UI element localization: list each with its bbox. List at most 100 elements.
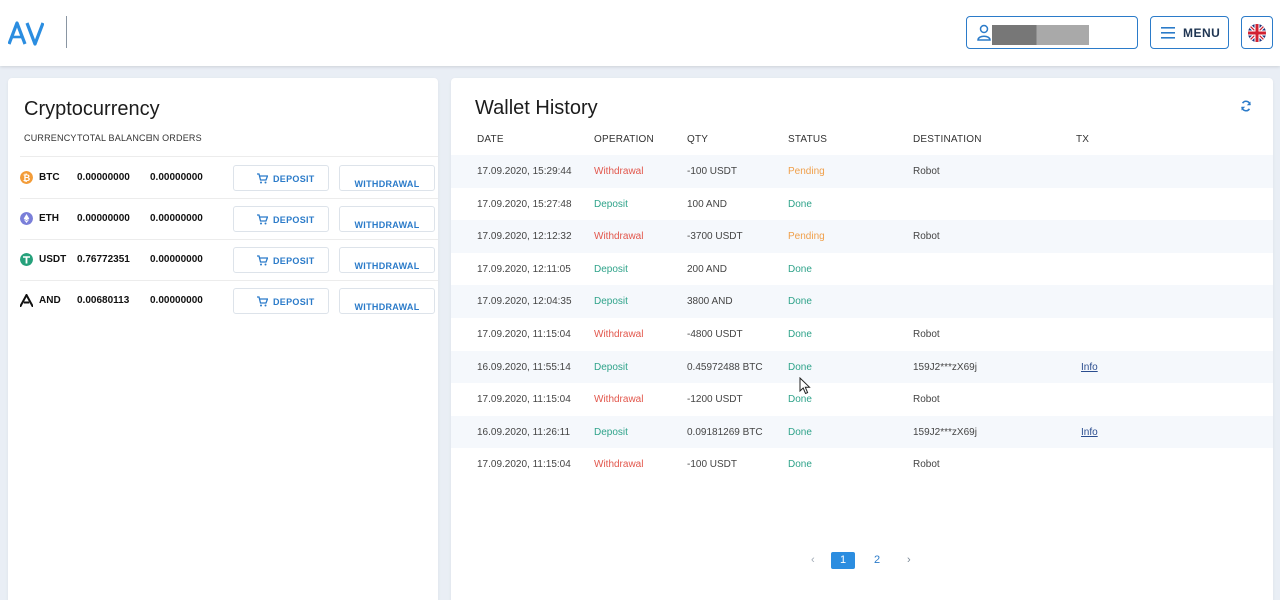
tx-info-link[interactable]: Info: [1081, 362, 1098, 373]
in-orders: 0.00000000: [150, 172, 203, 183]
row-operation: Withdrawal: [594, 166, 644, 177]
deposit-button-and[interactable]: DEPOSIT: [233, 288, 329, 314]
row-qty: 0.09181269 BTC: [687, 426, 763, 438]
withdrawal-button-eth[interactable]: WITHDRAWAL: [339, 206, 435, 232]
pagination: ‹ 1 2 ›: [451, 552, 1273, 572]
currency-row-and: AND 0.00680113 0.00000000 DEPOSIT WITHDR…: [8, 280, 438, 321]
row-status: Done: [788, 361, 812, 373]
table-row: 17.09.2020, 12:12:32 Withdrawal -3700 US…: [451, 220, 1273, 253]
row-qty: -4800 USDT: [687, 329, 743, 340]
row-destination: 159J2***zX69j: [913, 426, 977, 438]
col-header-in-orders: IN ORDERS: [150, 133, 202, 143]
table-row: 16.09.2020, 11:26:11 Deposit 0.09181269 …: [451, 415, 1273, 449]
cart-icon: [257, 214, 268, 225]
pagination-prev[interactable]: ‹: [811, 554, 815, 566]
row-date: 17.09.2020, 12:04:35: [477, 296, 572, 308]
svg-text:₿: ₿: [23, 173, 30, 184]
cryptocurrency-title: Cryptocurrency: [24, 98, 160, 120]
user-icon: [977, 24, 991, 41]
row-date: 16.09.2020, 11:55:14: [477, 361, 571, 373]
table-row: 17.09.2020, 11:15:04 Withdrawal -4800 US…: [451, 318, 1273, 351]
currency-row-eth: ETH 0.00000000 0.00000000 DEPOSIT WITHDR…: [8, 198, 438, 239]
total-balance: 0.00000000: [77, 172, 130, 183]
col-header-currency: CURRENCY: [24, 133, 77, 143]
total-balance: 0.76772351: [77, 254, 130, 265]
row-qty: 200 AND: [687, 263, 728, 275]
pagination-page-1[interactable]: 1: [831, 552, 855, 569]
withdrawal-button-usdt[interactable]: WITHDRAWAL: [339, 247, 435, 273]
row-status: Pending: [788, 231, 825, 243]
col-header-qty: QTY: [687, 134, 709, 145]
col-header-tx: TX: [1076, 134, 1090, 145]
col-header-destination: DESTINATION: [913, 134, 982, 145]
row-status: Done: [788, 459, 812, 471]
deposit-button-usdt[interactable]: DEPOSIT: [233, 247, 329, 273]
withdrawal-label: WITHDRAWAL: [354, 261, 420, 271]
deposit-button-btc[interactable]: DEPOSIT: [233, 165, 329, 191]
redacted-username: [992, 25, 1089, 45]
wallet-history-panel: Wallet History DATE OPERATION QTY STATUS…: [451, 78, 1273, 600]
user-account-box[interactable]: [966, 16, 1138, 49]
deposit-label: DEPOSIT: [273, 215, 315, 225]
row-date: 17.09.2020, 15:27:48: [477, 198, 572, 210]
currency-symbol: USDT: [39, 254, 67, 265]
row-status: Done: [788, 394, 812, 406]
cryptocurrency-panel: Cryptocurrency CURRENCY TOTAL BALANCE IN…: [8, 78, 438, 600]
wallet-history-title: Wallet History: [475, 97, 598, 119]
withdrawal-label: WITHDRAWAL: [354, 302, 420, 312]
refresh-icon[interactable]: [1240, 100, 1252, 112]
pagination-next[interactable]: ›: [907, 554, 911, 566]
row-destination: 159J2***zX69j: [913, 361, 977, 373]
deposit-button-eth[interactable]: DEPOSIT: [233, 206, 329, 232]
currency-symbol: AND: [39, 295, 61, 306]
row-status: Done: [788, 329, 812, 340]
table-row: 17.09.2020, 12:11:05 Deposit 200 AND Don…: [451, 253, 1273, 286]
deposit-label: DEPOSIT: [273, 297, 315, 307]
menu-button[interactable]: MENU: [1150, 16, 1229, 49]
row-date: 17.09.2020, 15:29:44: [477, 166, 572, 177]
row-destination: Robot: [913, 329, 940, 340]
av-logo[interactable]: [8, 20, 44, 46]
row-operation: Withdrawal: [594, 394, 644, 406]
top-header: MENU: [0, 0, 1280, 66]
row-operation: Withdrawal: [594, 231, 644, 243]
deposit-label: DEPOSIT: [273, 256, 315, 266]
tx-info-link[interactable]: Info: [1081, 427, 1098, 438]
language-selector[interactable]: [1241, 16, 1273, 49]
currency-row-usdt: USDT 0.76772351 0.00000000 DEPOSIT WITHD…: [8, 239, 438, 280]
row-destination: Robot: [913, 459, 940, 471]
mouse-cursor-icon: [799, 377, 811, 395]
row-destination: Robot: [913, 394, 940, 406]
row-qty: 100 AND: [687, 198, 728, 210]
row-date: 16.09.2020, 11:26:11: [477, 426, 571, 438]
row-date: 17.09.2020, 12:11:05: [477, 263, 571, 275]
table-row: 17.09.2020, 11:15:04 Withdrawal -100 USD…: [451, 448, 1273, 481]
withdrawal-label: WITHDRAWAL: [354, 179, 420, 189]
withdrawal-button-btc[interactable]: WITHDRAWAL: [339, 165, 435, 191]
currency-symbol: BTC: [39, 172, 60, 183]
row-operation: Withdrawal: [594, 459, 644, 471]
hamburger-icon: [1161, 27, 1175, 39]
withdrawal-button-and[interactable]: WITHDRAWAL: [339, 288, 435, 314]
total-balance: 0.00680113: [77, 295, 130, 306]
row-status: Done: [788, 263, 812, 275]
pagination-page-2[interactable]: 2: [874, 554, 880, 566]
bitcoin-icon: ₿: [20, 171, 33, 184]
row-date: 17.09.2020, 11:15:04: [477, 459, 571, 471]
row-operation: Deposit: [594, 361, 628, 373]
row-operation: Withdrawal: [594, 329, 644, 340]
row-destination: Robot: [913, 231, 940, 243]
row-operation: Deposit: [594, 426, 628, 438]
row-qty: -100 USDT: [687, 459, 738, 471]
table-row: 17.09.2020, 11:15:04 Withdrawal -1200 US…: [451, 383, 1273, 416]
row-destination: Robot: [913, 166, 940, 177]
row-date: 17.09.2020, 12:12:32: [477, 231, 572, 243]
row-date: 17.09.2020, 11:15:04: [477, 329, 571, 340]
row-status: Done: [788, 296, 812, 308]
table-row: 17.09.2020, 15:29:44 Withdrawal -100 USD…: [451, 155, 1273, 188]
row-qty: -1200 USDT: [687, 394, 743, 406]
row-qty: -3700 USDT: [687, 231, 743, 243]
row-status: Done: [788, 198, 812, 210]
uk-flag-icon: [1248, 24, 1266, 42]
deposit-label: DEPOSIT: [273, 174, 315, 184]
